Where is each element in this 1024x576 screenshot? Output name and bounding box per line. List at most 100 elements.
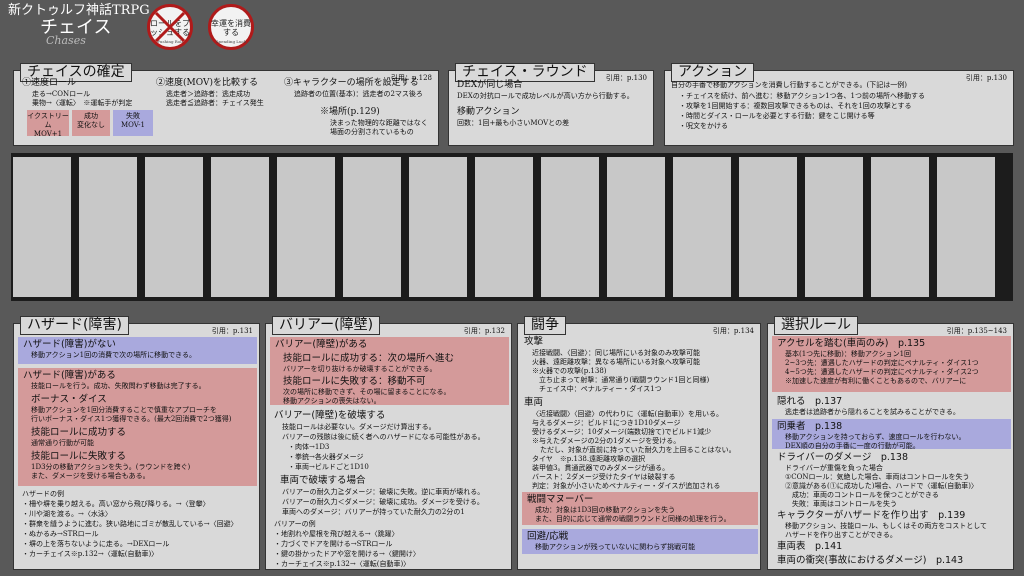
destroy-line2: バリアーの残骸は後に続く者へのハザードになる可能性がある。: [282, 433, 485, 441]
fight-vehicle-title: 車両: [524, 397, 544, 408]
barrier-fail-line2: 移動アクションの喪失はない。: [283, 397, 381, 405]
fight-vehicle-item: タイヤ ※p.138.遠距離攻撃の選択: [532, 455, 646, 463]
destroy-title: バリアー(障壁)を破壊する: [274, 410, 386, 421]
accel-item: 4~5つ先：遭遇したハザードの判定にペナルティ・ダイス2つ: [785, 368, 979, 376]
vehicle-crash-title: 車両の衝突(事故におけるダメージ) p.143: [777, 555, 964, 566]
track-cell[interactable]: [871, 157, 929, 297]
spend-luck-badge: 幸運を消費する Spending Luck: [208, 4, 254, 50]
options-panel: 選択ルール 引用：p.135~143 アクセルを踏む(車両のみ) p.135 基…: [767, 316, 1014, 570]
action-item-3: ・時間とダイス・ロールを必要とする行動：鍵をこじ開ける等: [679, 112, 875, 120]
action-intro: 自分の手番で移動アクションを消費し行動することができる。(下記は一例): [671, 81, 907, 89]
chip-extreme: イクストリーム MOV+1: [27, 110, 69, 138]
speed-roll-vehicle: 乗物→〈運転〉 ※運転手が判定: [32, 99, 133, 107]
hazard-example: ・川や湖を渡る。→〈水泳〉: [22, 510, 112, 518]
track-cell[interactable]: [937, 157, 995, 297]
same-dex-text: DEXの対抗ロールで成功レベルが高い方から行動する。: [457, 92, 634, 100]
barrier-exists-title: バリアー(障壁)がある: [275, 339, 368, 350]
barrier-example: ・力づくでドアを開ける→STRロール: [274, 540, 393, 548]
track-cell[interactable]: [805, 157, 863, 297]
hazard-example: ・柵や塀を乗り越える。高い窓から飛び降りる。→〈登攀〉: [22, 500, 210, 508]
barrier-ref: 引用：p.132: [463, 327, 505, 335]
speed-roll-run: 走る→CONロール: [32, 90, 91, 98]
hazard-success-text: 通常通り行動が可能: [31, 439, 94, 447]
hazard-ref: 引用：p.131: [211, 327, 253, 335]
position-title: ③キャラクターの場所を設定する: [284, 78, 419, 88]
track-cell[interactable]: [541, 157, 599, 297]
app-title: 新クトゥルフ神話TRPG: [8, 3, 150, 18]
accel-item: 基本(1つ先に移動)：移動アクション1回: [785, 350, 912, 358]
maneuver-line2: また、目的に応じて通常の戦闘ラウンドと同様の処理を行う。: [535, 515, 731, 523]
track-cell[interactable]: [13, 157, 71, 297]
compare-title: ②速度(MOV)を比較する: [156, 78, 258, 88]
driver-item: ①CONロール：気絶した場合、車両はコントロールを失う: [785, 473, 970, 481]
fight-attack-item: チェイス中：ペナルティー・ダイス1つ: [532, 385, 662, 393]
barrier-title: バリアー(障壁): [272, 316, 381, 335]
track-cell[interactable]: [211, 157, 269, 297]
fight-vehicle-item: ※与えたダメージの2分の1ダメージを受ける。: [532, 437, 681, 445]
action-title: アクション: [671, 63, 755, 82]
vehicle-table-title: 車両表 p.141: [777, 541, 843, 552]
vehicle-destroy-line1: バリアーの耐久力≧ダメージ：破壊に失敗。逆に車両が壊れる。: [282, 488, 485, 496]
hazard-example: ・ぬかるみ→STRロール: [22, 530, 99, 538]
track-cell[interactable]: [145, 157, 203, 297]
no-hazard-box: ハザード(障害)がない 移動アクション1回の消費で次の場所に移動できる。: [18, 337, 257, 364]
driver-item: 失敗：車両はコントロールを失う: [785, 500, 897, 508]
hazard-exists-text: 技能ロールを行う。成功、失敗問わず移動は完了する。: [31, 382, 206, 390]
fight-attack-item: 火器、遠距離攻撃：異なる場所にいる対象へ攻撃可能: [532, 358, 700, 366]
round-panel: チェイス・ラウンド 引用：p.130 DEXが同じ場合 DEXの対抗ロールで成功…: [448, 63, 654, 146]
barrier-example: ・地割れや屋根を飛び越える→〈跳躍〉: [274, 530, 399, 538]
action-item-1: ・チェイスを続け、前へ進む：移動アクション1つ各、1つ前の場所へ移動する: [679, 92, 925, 100]
position-line1: 追跡者の位置(基本)：逃走者の2マス後ろ: [294, 90, 423, 98]
track-cell[interactable]: [673, 157, 731, 297]
chip-fail-value: MOV-1: [120, 121, 145, 129]
bonus-dice-title: ボーナス・ダイス: [31, 394, 107, 405]
track-cell[interactable]: [79, 157, 137, 297]
place-title: ※場所(p.129): [320, 107, 380, 117]
action-item-2: ・攻撃を1回開始する：複数回攻撃できるものは、それを1回の攻撃とする: [679, 102, 912, 110]
bonus-dice-line2: 行いボーナス・ダイス1つ獲得できる。(最大2回消費で2つ獲得): [31, 415, 232, 423]
speed-roll-title: ①速度ロール: [22, 78, 77, 88]
hazard-success-title: 技能ロールに成功する: [31, 427, 127, 438]
action-panel: アクション 引用：p.130 自分の手番で移動アクションを消費し行動することがで…: [664, 63, 1014, 146]
hazard-fail-title: 技能ロールに失敗する: [31, 451, 127, 462]
track-cell[interactable]: [739, 157, 797, 297]
chip-extreme-label: イクストリーム: [27, 112, 69, 129]
hide-title: 隠れる p.137: [777, 396, 843, 407]
vehicle-destroy-line2: バリアーの耐久力＜ダメージ：破壊に成功。ダメージを受ける。: [282, 498, 484, 506]
maneuver-line1: 成功：対象は1D3回の移動アクションを失う: [535, 506, 676, 514]
build-hazard-line1: 移動アクション、技能ロール、もしくはその両方をコストとして: [785, 522, 988, 530]
barrier-example: ・鍵の掛かったドアや窓を開ける→〈鍵開け〉: [274, 550, 420, 558]
accel-item: ※加速した速度が有利に働くこともあるので、バリアーに: [785, 377, 967, 385]
destroy-item: ・車両→ビルドごと1D10: [288, 463, 369, 471]
options-title: 選択ルール: [774, 316, 858, 335]
accel-title: アクセルを踏む(車両のみ) p.135: [777, 338, 926, 349]
hazard-example: ・塀の上を落ちないように走る。→DEXロール: [22, 540, 170, 548]
track-cell[interactable]: [343, 157, 401, 297]
react-box: 回避/応戦 移動アクションが残っていないに関わらず挑戦可能: [522, 529, 758, 554]
chip-success: 成功 変化なし: [72, 110, 110, 136]
passenger-title: 同乗者 p.138: [777, 421, 843, 432]
fight-ref: 引用：p.134: [712, 327, 754, 335]
track-cell[interactable]: [607, 157, 665, 297]
same-dex-title: DEXが同じ場合: [457, 80, 523, 90]
badge-luck-text: 幸運を消費する: [211, 19, 251, 37]
hazard-fail-line2: また、ダメージを受ける場合もある。: [31, 472, 150, 480]
fight-attack-item: 立ち止まって射撃：通常通り(戦闘ラウンド1回と同様): [532, 376, 710, 384]
no-hazard-title: ハザード(障害)がない: [23, 339, 116, 350]
fight-attack-title: 攻撃: [524, 336, 544, 347]
maneuver-title: 戦闘マヌーバー: [527, 494, 594, 505]
hazard-exists-box: ハザード(障害)がある 技能ロールを行う。成功、失敗問わず移動は完了する。 ボー…: [18, 368, 257, 486]
fight-vehicle-item: バースト：2ダメージ受けたタイヤは破裂する: [532, 473, 676, 481]
action-item-4: ・呪文をかける: [679, 122, 728, 130]
track-cell[interactable]: [277, 157, 335, 297]
hazard-panel: ハザード(障害) 引用：p.131 ハザード(障害)がない 移動アクション1回の…: [13, 316, 260, 570]
round-ref: 引用：p.130: [605, 74, 647, 82]
barrier-panel: バリアー(障壁) 引用：p.132 バリアー(障壁)がある 技能ロールに成功する…: [265, 316, 512, 570]
compare-line2: 逃走者≦追跡者：チェイス発生: [166, 99, 264, 107]
barrier-exists-box: バリアー(障壁)がある 技能ロールに成功する：次の場所へ進む バリアーを切り抜け…: [270, 337, 509, 405]
track-cell[interactable]: [409, 157, 467, 297]
track-cell[interactable]: [475, 157, 533, 297]
hazard-example: ・群衆を縫うように進む。狭い路地にゴミが散乱している→〈回避〉: [22, 520, 238, 528]
accel-item: 2~3つ先：遭遇したハザードの判定にペナルティ・ダイス1つ: [785, 359, 979, 367]
build-hazard-line2: ハザードを作り出すことができる。: [785, 531, 897, 539]
